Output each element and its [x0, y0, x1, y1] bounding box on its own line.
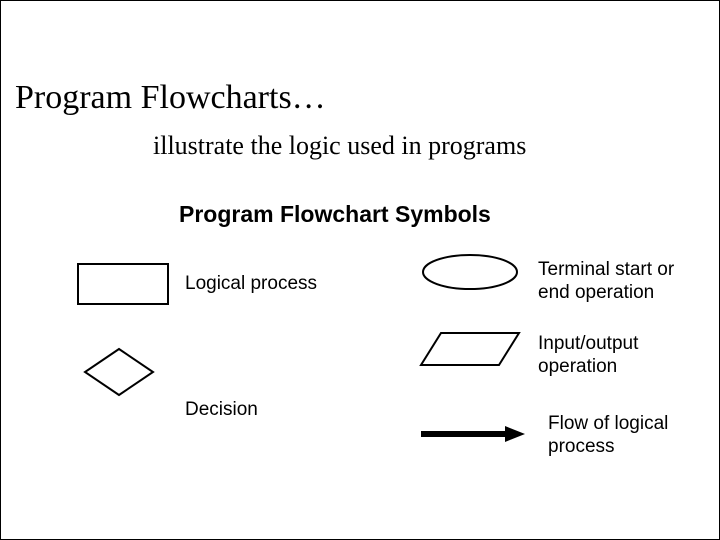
slide-title: Program Flowcharts… [15, 79, 326, 117]
section-heading: Program Flowchart Symbols [179, 201, 491, 228]
decision-diamond-icon [85, 349, 153, 395]
io-label: Input/output operation [538, 333, 698, 379]
flow-arrow-icon [421, 426, 525, 442]
io-parallelogram-icon [421, 331, 521, 367]
flow-label: Flow of logical process [548, 413, 708, 459]
terminal-ellipse-icon [421, 253, 519, 291]
process-label: Logical process [185, 273, 317, 296]
slide-subtitle: illustrate the logic used in programs [153, 131, 526, 161]
slide: Program Flowcharts… illustrate the logic… [0, 0, 720, 540]
terminal-label: Terminal start or end operation [538, 259, 698, 305]
decision-label: Decision [185, 399, 258, 422]
process-rectangle-icon [77, 263, 169, 305]
